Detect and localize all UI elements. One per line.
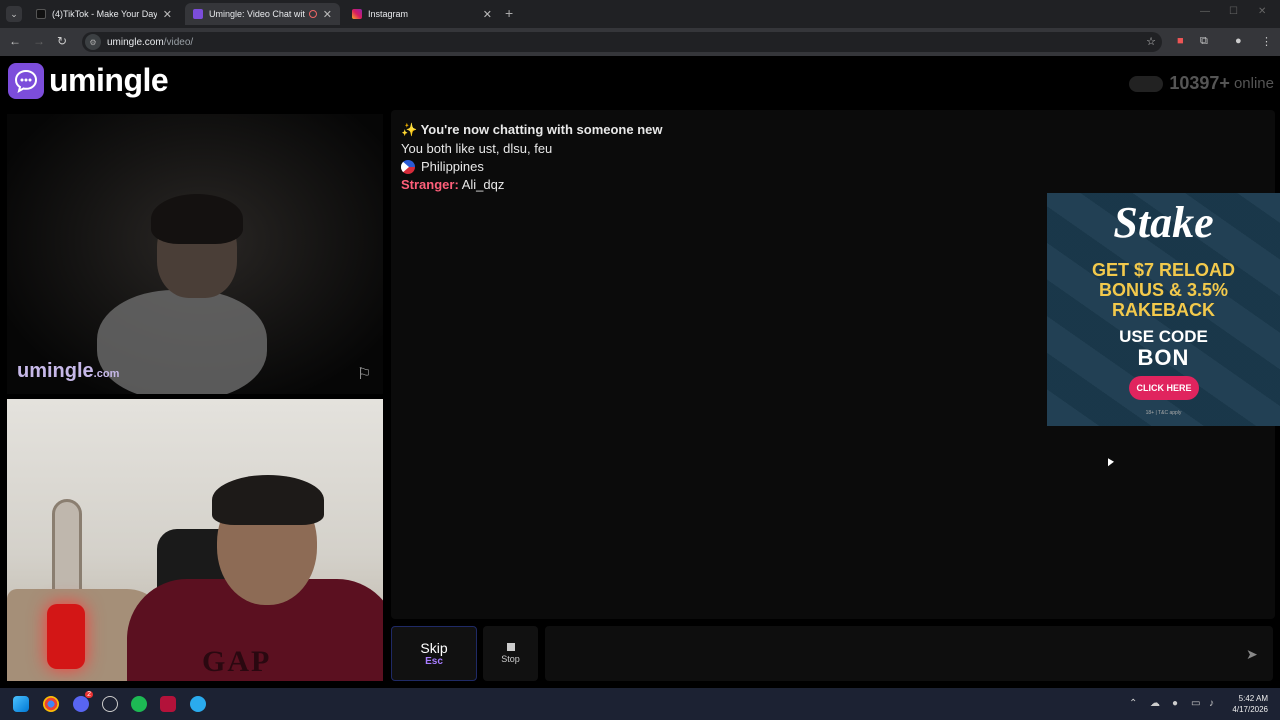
ad-headline: GET $7 RELOAD BONUS & 3.5% RAKEBACK bbox=[1091, 260, 1236, 320]
site-logo[interactable]: umingle bbox=[8, 62, 169, 99]
umingle-page: umingle 10397+ online umingle.com ⚐ GAP … bbox=[0, 56, 1280, 688]
close-tab-icon[interactable]: ✕ bbox=[163, 8, 172, 21]
tab-instagram[interactable]: Instagram ✕ bbox=[344, 3, 500, 25]
new-tab-button[interactable]: + bbox=[505, 5, 513, 21]
ad-click-here-button[interactable]: CLICK HERE bbox=[1129, 376, 1199, 400]
tab-search-icon[interactable]: ⌄ bbox=[6, 6, 22, 22]
stranger-video-shape bbox=[151, 194, 243, 244]
network-icon[interactable]: ▭ bbox=[1191, 698, 1200, 709]
chrome-icon[interactable] bbox=[43, 696, 59, 712]
browser-tab-bar: ⌄ (4)TikTok - Make Your Day ✕ Umingle: V… bbox=[0, 0, 1280, 28]
self-video-shape bbox=[47, 604, 85, 669]
chat-message: Stranger: Ali_dqz bbox=[401, 177, 505, 192]
back-icon[interactable]: ← bbox=[9, 34, 21, 48]
stake-ad-banner[interactable]: Stake GET $7 RELOAD BONUS & 3.5% RAKEBACK … bbox=[1047, 193, 1280, 426]
skip-shortcut: Esc bbox=[425, 656, 443, 667]
site-info-icon[interactable]: ⚙ bbox=[85, 34, 101, 50]
taskbar-clock[interactable]: 5:42 AM 4/17/2026 bbox=[1232, 693, 1268, 715]
profile-avatar-icon[interactable]: ● bbox=[1235, 35, 1242, 47]
bookmark-star-icon[interactable]: ☆ bbox=[1146, 35, 1156, 48]
windows-start-icon[interactable] bbox=[13, 696, 29, 712]
obs-icon[interactable] bbox=[102, 696, 118, 712]
ad-fine-print: 18+ | T&C apply bbox=[1145, 410, 1182, 416]
online-label: online bbox=[1233, 75, 1274, 92]
online-count: 10397+ bbox=[1169, 73, 1230, 93]
maximize-icon[interactable]: ☐ bbox=[1229, 6, 1238, 17]
self-video: GAP bbox=[7, 399, 383, 681]
url-text: umingle.com/video/ bbox=[107, 36, 194, 48]
chat-interests: You both like ust, dlsu, feu bbox=[401, 141, 553, 156]
philippines-flag-icon bbox=[401, 159, 415, 174]
skip-button[interactable]: Skip Esc bbox=[391, 626, 477, 681]
omnibox[interactable]: ⚙ umingle.com/video/ ☆ bbox=[82, 32, 1162, 52]
volume-icon[interactable]: ♪ bbox=[1209, 698, 1214, 709]
menu-icon[interactable]: ⋮ bbox=[1261, 35, 1272, 48]
extensions-puzzle-icon[interactable]: ⧉ bbox=[1200, 35, 1208, 48]
skip-label: Skip bbox=[420, 640, 448, 656]
stranger-video-shape bbox=[97, 290, 267, 394]
recording-icon bbox=[308, 10, 317, 18]
extension-icon[interactable]: ■ bbox=[1177, 35, 1184, 47]
reload-icon[interactable]: ↻ bbox=[57, 34, 67, 48]
chat-country: Philippines bbox=[401, 159, 484, 174]
ad-code: BON bbox=[1137, 345, 1190, 370]
minimize-icon[interactable]: — bbox=[1200, 6, 1210, 17]
tab-tiktok[interactable]: (4)TikTok - Make Your Day ✕ bbox=[28, 3, 180, 25]
ad-use-code: USE CODE bbox=[1119, 327, 1208, 346]
message-input[interactable] bbox=[545, 626, 1273, 681]
close-tab-icon[interactable]: ✕ bbox=[483, 8, 492, 21]
address-bar-row: ← → ↻ ⚙ umingle.com/video/ ☆ ■ ⧉ ● ⋮ bbox=[0, 28, 1280, 56]
clock-time: 5:42 AM bbox=[1238, 694, 1268, 703]
send-icon[interactable]: ➤ bbox=[1246, 646, 1258, 663]
tray-chevron-icon[interactable]: ⌃ bbox=[1129, 698, 1137, 709]
spotify-icon[interactable] bbox=[131, 696, 147, 712]
stop-icon bbox=[506, 643, 515, 651]
chat-notice: ✨ You're now chatting with someone new bbox=[401, 122, 663, 137]
discord-badge: 2 bbox=[85, 691, 93, 698]
instagram-icon bbox=[352, 9, 362, 19]
close-tab-icon[interactable]: ✕ bbox=[323, 8, 332, 21]
discord-icon[interactable]: 2 bbox=[73, 691, 93, 712]
app-icon[interactable] bbox=[160, 696, 176, 712]
ad-brand-logo: Stake bbox=[1113, 198, 1214, 247]
self-video-shape: GAP bbox=[202, 645, 272, 678]
chat-bubble-icon bbox=[8, 62, 44, 99]
microphone-icon[interactable]: ● bbox=[1172, 698, 1178, 709]
logo-text: umingle bbox=[49, 62, 169, 98]
tab-title: (4)TikTok - Make Your Day bbox=[52, 9, 157, 19]
stop-button[interactable]: Stop bbox=[483, 626, 538, 681]
forward-icon[interactable]: → bbox=[33, 34, 45, 48]
telegram-icon[interactable] bbox=[190, 696, 206, 712]
onedrive-icon[interactable]: ☁ bbox=[1150, 698, 1160, 709]
tab-title: Instagram bbox=[368, 9, 409, 19]
tab-umingle[interactable]: Umingle: Video Chat with St ✕ bbox=[185, 3, 340, 25]
online-toggle[interactable] bbox=[1129, 75, 1164, 92]
clock-date: 4/17/2026 bbox=[1232, 705, 1268, 714]
windows-taskbar: 2 ⌃ ☁ ● ▭ ♪ 5:42 AM 4/17/2026 bbox=[0, 688, 1280, 720]
tiktok-icon bbox=[36, 9, 46, 19]
stop-label: Stop bbox=[501, 654, 520, 664]
tab-title: Umingle: Video Chat with St bbox=[209, 9, 305, 19]
report-flag-icon[interactable]: ⚐ bbox=[357, 364, 371, 384]
online-counter: 10397+ online bbox=[1129, 73, 1274, 94]
stranger-video: umingle.com ⚐ bbox=[7, 114, 383, 394]
close-window-icon[interactable]: ✕ bbox=[1258, 6, 1266, 17]
self-video-shape bbox=[212, 475, 324, 525]
video-watermark: umingle.com bbox=[17, 360, 120, 382]
umingle-icon bbox=[193, 9, 203, 19]
